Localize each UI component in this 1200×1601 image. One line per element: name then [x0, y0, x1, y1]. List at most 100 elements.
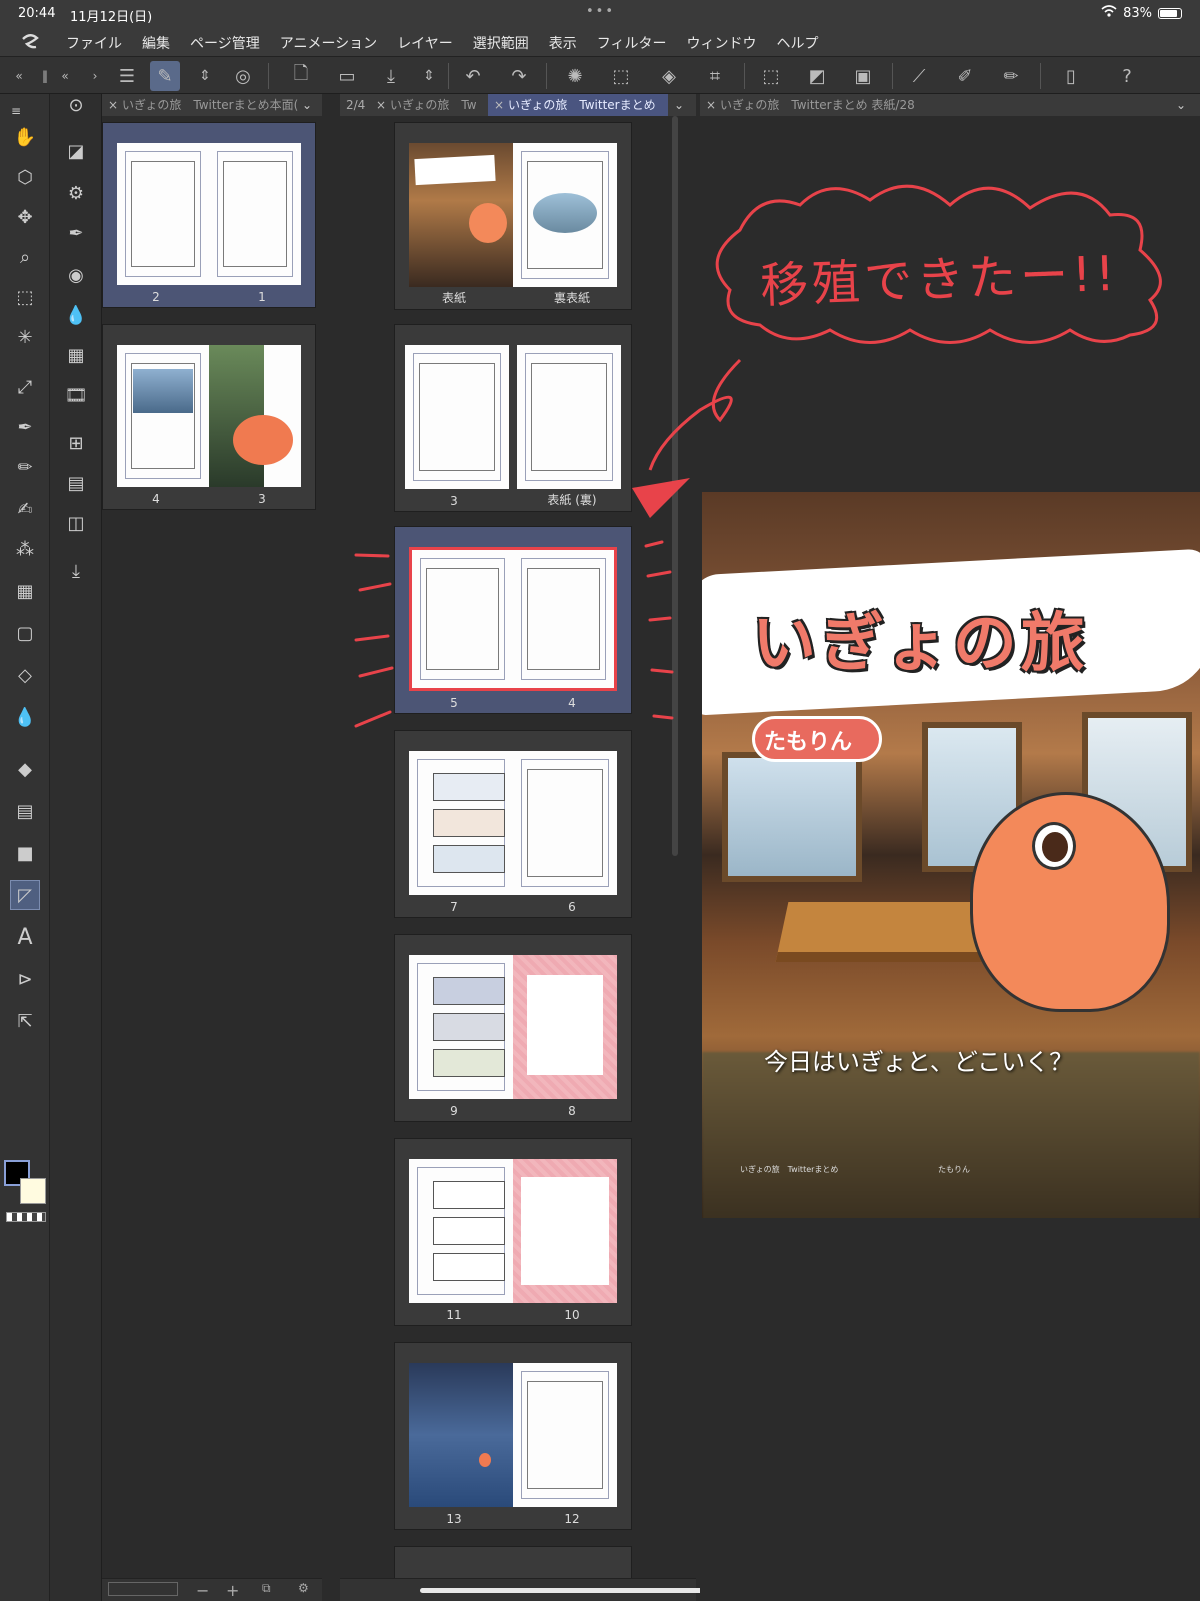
middle-scrollbar[interactable] [672, 116, 678, 856]
page-spread[interactable]: 2 1 [102, 122, 316, 308]
undo-icon[interactable]: ↶ [458, 61, 488, 91]
airbrush-icon[interactable]: ⁂ [10, 534, 40, 564]
app-logo-icon[interactable] [18, 30, 42, 54]
pencil-icon[interactable]: ✏ [10, 452, 40, 482]
navigator-icon[interactable]: ⊙ [61, 90, 91, 120]
blend-icon[interactable]: 💧 [10, 702, 40, 732]
edit-page-icon[interactable]: ✎ [150, 61, 180, 91]
close-icon[interactable]: × [376, 94, 386, 116]
menu-layer[interactable]: レイヤー [397, 33, 453, 53]
fill-icon[interactable]: ◈ [654, 61, 684, 91]
page-spread-selected[interactable]: 5 4 [394, 526, 632, 714]
color-mix-icon[interactable]: 💧 [61, 300, 91, 330]
pen-icon[interactable]: ✒ [10, 412, 40, 442]
hand-icon[interactable]: ✋ [10, 122, 40, 152]
transform-icon[interactable]: ⬚ [606, 61, 636, 91]
frame-border-icon[interactable]: ◸ [10, 880, 40, 910]
help-icon[interactable]: ? [1112, 61, 1142, 91]
marquee-icon[interactable]: ⬚ [10, 282, 40, 312]
chevron-down-icon[interactable]: ⌄ [302, 94, 312, 116]
page-spread[interactable]: 3 表紙 (裏) [394, 324, 632, 512]
zoom-in-icon[interactable]: + [226, 1581, 239, 1600]
layers-icon[interactable]: ◫ [61, 508, 91, 538]
menu-window[interactable]: ウィンドウ [687, 33, 757, 53]
close-icon[interactable]: × [706, 94, 716, 116]
magic-wand-icon[interactable]: ✳ [10, 322, 40, 352]
transparent-color-swatch[interactable] [6, 1212, 46, 1222]
save-arrows-icon[interactable]: ⇕ [414, 61, 444, 91]
save-icon[interactable]: ⤓ [376, 61, 406, 91]
deselect-icon[interactable]: ⬚ [756, 61, 786, 91]
brush-icon[interactable]: ✐ [950, 61, 980, 91]
balloon-icon[interactable]: ⊳ [10, 964, 40, 994]
layer-property-icon[interactable]: ◪ [61, 136, 91, 166]
menu-help[interactable]: ヘルプ [777, 33, 819, 53]
select-all-icon[interactable]: ▣ [848, 61, 878, 91]
page-add-icon[interactable]: ⧉ [262, 1581, 271, 1596]
decoration-icon[interactable]: ▦ [10, 576, 40, 606]
page-spread[interactable]: 13 12 [394, 1342, 632, 1530]
invert-selection-icon[interactable]: ◩ [802, 61, 832, 91]
tab-middle-doc-1[interactable]: × いぎょの旅 Tw [370, 94, 480, 116]
eraser-icon[interactable]: ◇ [10, 660, 40, 690]
correct-line-icon[interactable]: ⇱ [10, 1006, 40, 1036]
up-down-icon[interactable]: ⇕ [190, 61, 220, 91]
home-indicator[interactable] [420, 1588, 740, 1593]
brush-size-icon[interactable]: ✒ [61, 218, 91, 248]
zoom-out-icon[interactable]: − [196, 1581, 209, 1600]
sync-icon[interactable]: ◎ [228, 61, 258, 91]
menu-filter[interactable]: フィルター [597, 33, 667, 53]
page-spread[interactable]: 4 3 [102, 324, 316, 510]
expand-right-icon[interactable]: › [80, 61, 110, 91]
text-icon[interactable]: A [10, 922, 40, 952]
menu-animation[interactable]: アニメーション [280, 33, 377, 53]
zoom-slider[interactable] [108, 1582, 178, 1596]
menu-edit[interactable]: 編集 [142, 33, 170, 53]
timeline-icon[interactable]: ▤ [61, 468, 91, 498]
multitasking-dots[interactable]: ••• [586, 4, 615, 19]
page-spread[interactable]: 表紙 裏表紙 [394, 122, 632, 310]
page-spread[interactable]: 11 10 [394, 1138, 632, 1326]
tab-left-doc[interactable]: × いぎょの旅 Twitterまとめ本面( [102, 94, 302, 116]
gradient-fill-icon[interactable]: ■ [10, 838, 40, 868]
loading-icon[interactable]: ✺ [560, 61, 590, 91]
tab-canvas-doc[interactable]: × いぎょの旅 Twitterまとめ 表紙/28 [700, 94, 930, 116]
import-icon[interactable]: ⤓ [61, 556, 91, 586]
gradient-icon[interactable]: ▤ [10, 796, 40, 826]
crop-icon[interactable]: ⌗ [700, 61, 730, 91]
close-icon[interactable]: × [494, 94, 504, 116]
page-spread[interactable]: 9 8 [394, 934, 632, 1122]
pen-line-icon[interactable]: ✏ [996, 61, 1026, 91]
move-icon[interactable]: ✥ [10, 202, 40, 232]
cover-canvas[interactable]: いぎょの旅 たもりん 今日はいぎょと、どこいく？ いぎょの旅 Twitterまと… [702, 492, 1200, 1218]
background-color-swatch[interactable] [20, 1178, 46, 1204]
rectangle-icon[interactable]: ▢ [10, 618, 40, 648]
tool-property-icon[interactable]: ⚙ [61, 178, 91, 208]
color-set-icon[interactable]: ▦ [61, 340, 91, 370]
tab-middle-doc-2[interactable]: × いぎょの旅 Twitterまとめ [488, 94, 668, 116]
close-icon[interactable]: × [108, 94, 118, 116]
chevron-down-icon[interactable]: ⌄ [674, 94, 684, 116]
page-settings-icon[interactable]: ⚙ [298, 1581, 309, 1595]
collapse-left2-icon[interactable]: « [50, 61, 80, 91]
open-folder-icon[interactable]: ▭ [332, 61, 362, 91]
redo-icon[interactable]: ↷ [504, 61, 534, 91]
material-icon[interactable]: ⊞ [61, 428, 91, 458]
color-wheel-icon[interactable]: ◉ [61, 260, 91, 290]
fill-tool-icon[interactable]: ◆ [10, 754, 40, 784]
device-icon[interactable]: ▯ [1056, 61, 1086, 91]
page-spread[interactable]: 7 6 [394, 730, 632, 918]
ruler-icon[interactable]: ⟋ [904, 61, 934, 91]
eyedropper-icon[interactable]: ⤢ [10, 372, 40, 402]
zoom-icon[interactable]: ⌕ [10, 242, 40, 272]
menu-selection[interactable]: 選択範囲 [473, 33, 529, 53]
brush-tool-icon[interactable]: ✍ [10, 494, 40, 524]
animation-timeline-icon[interactable]: 🎞 [61, 380, 91, 410]
menu-file[interactable]: ファイル [66, 33, 122, 53]
new-file-icon[interactable]: 🗋 [286, 61, 316, 91]
object-select-icon[interactable]: ⬡ [10, 162, 40, 192]
chevron-down-icon[interactable]: ⌄ [1176, 94, 1186, 116]
menu-page-management[interactable]: ページ管理 [190, 33, 260, 53]
hamburger-menu-icon[interactable]: ☰ [112, 61, 142, 91]
menu-view[interactable]: 表示 [549, 33, 577, 53]
